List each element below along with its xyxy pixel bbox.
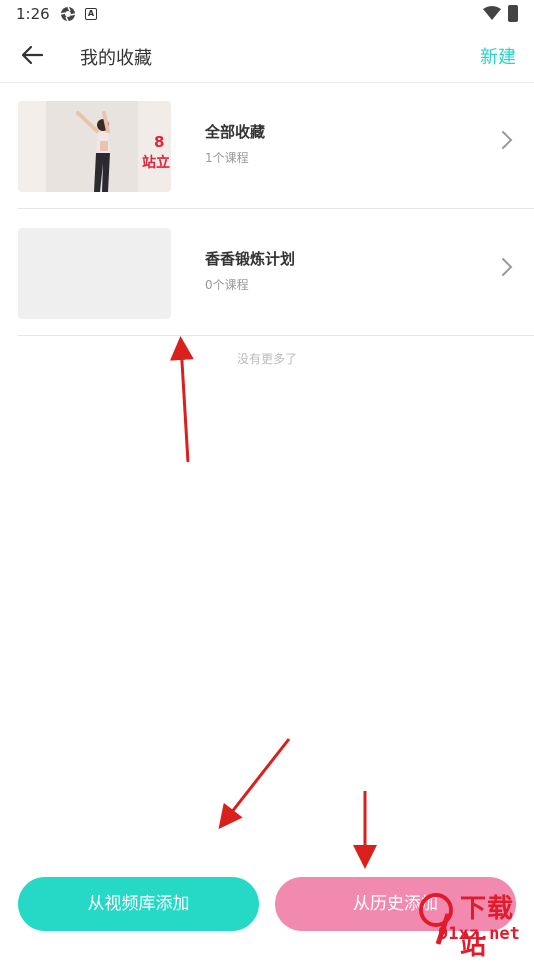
collection-count: 1个课程 [205,151,249,165]
add-from-library-button[interactable]: 从视频库添加 [18,877,259,931]
collection-thumbnail: 8 站立 [18,101,171,192]
chevron-right-icon [502,258,513,276]
back-button[interactable] [18,42,46,68]
status-bar: 1:26 A [0,0,534,28]
list-end-text: 没有更多了 [236,352,297,366]
collection-item-plan[interactable]: 香香锻炼计划 0个课程 [18,210,534,336]
add-from-history-button[interactable]: 从历史添加 [275,877,516,931]
a-badge-icon: A [85,8,97,20]
header: 我的收藏 新建 [0,28,534,83]
wifi-icon [483,6,501,20]
page-title: 我的收藏 [80,48,152,69]
collection-title: 全部收藏 [205,123,266,141]
collection-thumbnail-empty [18,228,171,319]
new-collection-button[interactable]: 新建 [480,43,516,69]
status-time: 1:26 [16,5,50,23]
collection-title: 香香锻炼计划 [205,250,296,268]
arrow-down-left-icon [218,738,291,830]
svg-text:站立: 站立 [142,154,170,171]
chevron-right-icon [502,131,513,149]
battery-charging-icon [508,5,518,22]
collection-item-all[interactable]: 8 站立 全部收藏 1个课程 [18,83,534,209]
svg-text:8: 8 [154,133,164,151]
aperture-icon [60,6,76,22]
collection-count: 0个课程 [205,278,249,292]
